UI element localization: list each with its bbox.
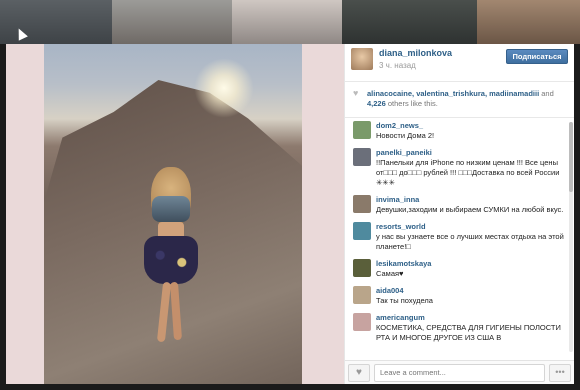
comment-item: aida004 Так ты похудела [353,286,570,306]
heart-icon: ♥ [353,88,359,98]
likes-text: alinacocaine, valentina_trishkura, madii… [367,89,566,111]
comment-avatar[interactable] [353,286,371,304]
comment-footer: ♥ ••• [345,360,574,384]
comment-item: resorts_world у нас вы узнаете все о луч… [353,222,570,252]
comment-body: americangum КОСМЕТИКА, СРЕДСТВА ДЛЯ ГИГИ… [376,313,570,343]
background-thumbnail-strip [0,0,580,44]
comment-username[interactable]: americangum [376,313,570,322]
comment-body: panelki_paneiki !!Панельки для iPhone по… [376,148,570,188]
comment-username[interactable]: resorts_world [376,222,570,231]
follow-button[interactable]: Подписаться [506,49,568,64]
comment-text: Так ты похудела [376,296,433,305]
likes-and: and [541,89,554,98]
comment-text: Самая♥ [376,269,404,278]
likes-count[interactable]: 4,226 [367,99,386,108]
comment-body: dom2_news_ Новости Дома 2! [376,121,570,141]
comment-item: americangum КОСМЕТИКА, СРЕДСТВА ДЛЯ ГИГИ… [353,313,570,343]
photo-sun [194,58,254,118]
comments-scroll-thumb[interactable] [569,122,573,192]
like-button[interactable]: ♥ [348,363,370,382]
heart-icon: ♥ [356,366,362,378]
more-options-button[interactable]: ••• [549,363,571,382]
comment-avatar[interactable] [353,222,371,240]
ellipsis-icon: ••• [555,366,565,377]
post-sidebar: diana_milonkova 3 ч. назад Подписаться ♥… [344,44,574,384]
post-time: 3 ч. назад [379,61,416,70]
comment-username[interactable]: dom2_news_ [376,121,570,130]
comment-text: Новости Дома 2! [376,131,435,140]
photo-pane [6,44,344,384]
comments-list[interactable]: dom2_news_ Новости Дома 2! panelki_panei… [345,118,574,360]
comment-item: panelki_paneiki !!Панельки для iPhone по… [353,148,570,188]
background-thumbnail[interactable] [477,0,580,44]
comment-username[interactable]: aida004 [376,286,570,295]
author-username[interactable]: diana_milonkova [379,48,452,58]
comment-avatar[interactable] [353,313,371,331]
comment-body: aida004 Так ты похудела [376,286,570,306]
comment-avatar[interactable] [353,148,371,166]
comments-scrollbar[interactable] [569,122,573,352]
post-photo[interactable] [44,44,302,384]
comment-text: КОСМЕТИКА, СРЕДСТВА ДЛЯ ГИГИЕНЫ ПОЛОСТИ … [376,323,561,342]
comment-avatar[interactable] [353,121,371,139]
background-thumbnail[interactable] [112,0,232,44]
comment-avatar[interactable] [353,195,371,213]
likes-summary: ♥ alinacocaine, valentina_trishkura, mad… [345,82,574,118]
comment-body: resorts_world у нас вы узнаете все о луч… [376,222,570,252]
comment-text: !!Панельки для iPhone по низким ценам !!… [376,158,560,187]
comment-item: invima_inna Девушки,заходим и выбираем С… [353,195,570,215]
background-thumbnail[interactable] [342,0,477,44]
photo-modal: diana_milonkova 3 ч. назад Подписаться ♥… [6,44,574,384]
comment-input[interactable] [374,363,545,382]
liker-names[interactable]: alinacocaine, valentina_trishkura, madii… [367,89,539,98]
comment-username[interactable]: panelki_paneiki [376,148,570,157]
author-info: diana_milonkova 3 ч. назад [379,48,452,70]
comment-body: invima_inna Девушки,заходим и выбираем С… [376,195,570,215]
comment-text: Девушки,заходим и выбираем СУМКИ на любо… [376,205,564,214]
comment-username[interactable]: lesikamotskaya [376,259,570,268]
background-thumbnail[interactable] [232,0,342,44]
comment-body: lesikamotskaya Самая♥ [376,259,570,279]
comment-avatar[interactable] [353,259,371,277]
comment-item: lesikamotskaya Самая♥ [353,259,570,279]
comment-username[interactable]: invima_inna [376,195,570,204]
comment-item: dom2_news_ Новости Дома 2! [353,121,570,141]
comment-text: у нас вы узнаете все о лучших местах отд… [376,232,564,251]
photo-figure-skirt [144,236,198,284]
post-header: diana_milonkova 3 ч. назад Подписаться [345,44,574,82]
photo-figure-top [152,196,190,222]
likes-rest: others like this. [387,99,438,108]
author-avatar[interactable] [351,48,373,70]
